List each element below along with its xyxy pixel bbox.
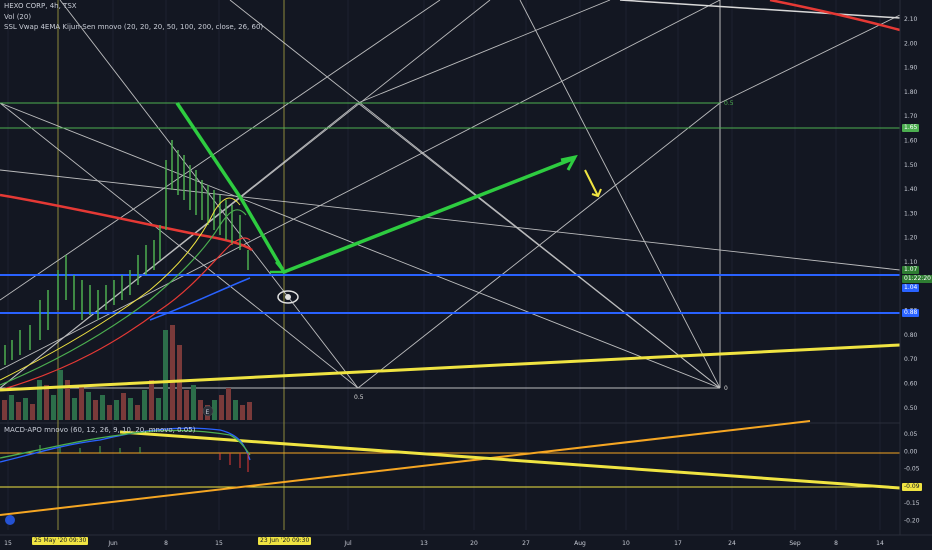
price-tick: 1.30 bbox=[904, 210, 918, 217]
macd-tick: -0.15 bbox=[904, 500, 920, 507]
price-tick: 1.10 bbox=[904, 259, 918, 266]
price-tick: 1.90 bbox=[904, 65, 918, 72]
volume-legend[interactable]: Vol (20) bbox=[4, 13, 31, 22]
time-tick: 14 bbox=[876, 540, 884, 547]
time-tick: Sep bbox=[789, 540, 801, 547]
price-tick: 0.70 bbox=[904, 356, 918, 363]
price-tick: 1.60 bbox=[904, 138, 918, 145]
time-tick: 8 bbox=[834, 540, 838, 547]
macd-tick: -0.20 bbox=[904, 518, 920, 525]
fib-label-mid: 0.5 bbox=[354, 394, 364, 401]
time-badge-left: 25 May '20 09:30 bbox=[32, 537, 89, 545]
price-tick: 1.40 bbox=[904, 186, 918, 193]
macd-tick: 0.05 bbox=[904, 431, 918, 438]
time-tick: 15 bbox=[4, 540, 12, 547]
price-chart[interactable]: E 0.5 0.5 0 2.10 2.00 1.90 1.80 1.70 1.60 1.50… bbox=[0, 0, 932, 550]
time-tick: 27 bbox=[522, 540, 530, 547]
time-tick: 8 bbox=[164, 540, 168, 547]
price-tick: 0.60 bbox=[904, 381, 918, 388]
price-tick: 1.20 bbox=[904, 235, 918, 242]
time-tick: Jun bbox=[107, 540, 118, 547]
price-tick: 2.10 bbox=[904, 16, 918, 23]
time-badge-right: 23 Jun '20 09:30 bbox=[258, 537, 312, 545]
time-tick: 20 bbox=[470, 540, 478, 547]
symbol-title[interactable]: HEXO CORP, 4h, TSX bbox=[4, 2, 77, 11]
fib-label-top: 0.5 bbox=[724, 100, 734, 107]
macd-value-badge: -0.09 bbox=[902, 483, 922, 491]
price-tick: 1.70 bbox=[904, 113, 918, 120]
time-tick: Aug bbox=[574, 540, 586, 547]
svg-text:E: E bbox=[206, 409, 210, 416]
time-tick: 24 bbox=[728, 540, 736, 547]
time-tick: 13 bbox=[420, 540, 428, 547]
countdown-badge: 01:22:20 bbox=[902, 275, 932, 283]
green-level-badge: 1.65 bbox=[902, 124, 920, 132]
macd-tick: 0.00 bbox=[904, 448, 918, 455]
blue-level-badge-2: 0.88 bbox=[902, 309, 920, 317]
price-tick: 1.50 bbox=[904, 162, 918, 169]
macd-legend[interactable]: MACD-APO mnovo (60, 12, 26, 9, 10, 20, m… bbox=[4, 426, 195, 435]
ssl-legend[interactable]: SSL Vwap 4EMA Kijun-Sen mnovo (20, 20, 2… bbox=[4, 23, 263, 32]
time-tick: 17 bbox=[674, 540, 682, 547]
price-tick: 1.80 bbox=[904, 89, 918, 96]
macd-tick: -0.05 bbox=[904, 466, 920, 473]
time-tick: Jul bbox=[343, 540, 352, 547]
alert-icon[interactable] bbox=[5, 515, 15, 525]
time-tick: 15 bbox=[215, 540, 223, 547]
price-tick: 0.80 bbox=[904, 332, 918, 339]
price-tick: 0.50 bbox=[904, 405, 918, 412]
fib-label-zero: 0 bbox=[724, 385, 728, 392]
time-tick: 10 bbox=[622, 540, 630, 547]
price-tick: 2.00 bbox=[904, 40, 918, 47]
last-price-badge: 1.07 bbox=[902, 266, 920, 274]
blue-level-badge-1: 1.04 bbox=[902, 284, 920, 292]
